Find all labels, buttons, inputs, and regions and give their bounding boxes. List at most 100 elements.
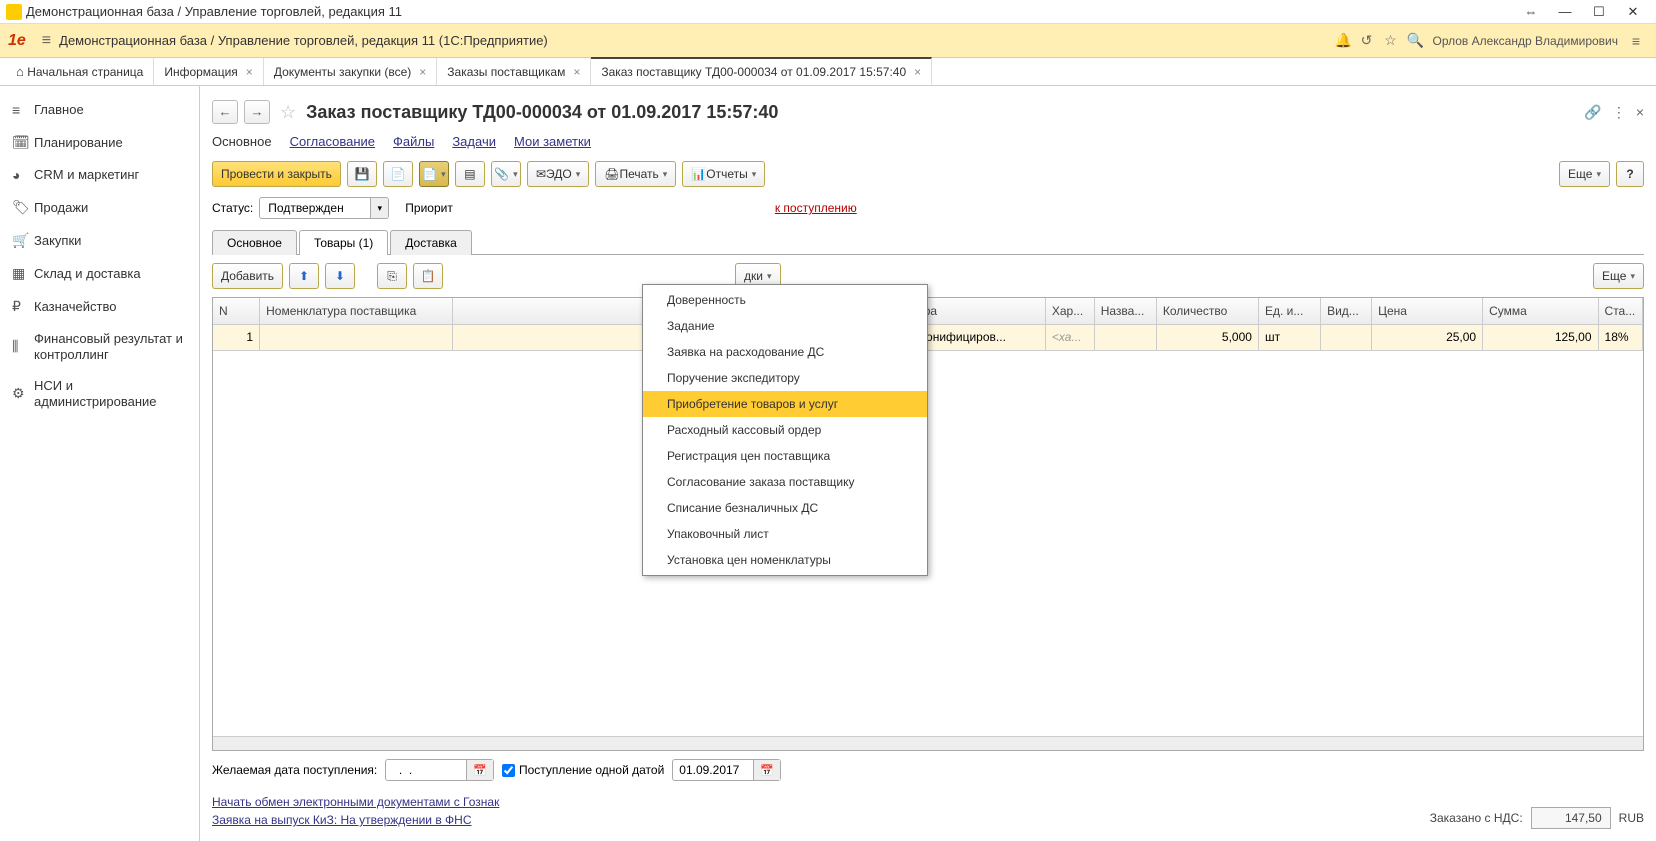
move-up-button[interactable]: ⬆	[289, 263, 319, 289]
sidebar-item-finance[interactable]: ⫼Финансовый результат и контроллинг	[0, 323, 199, 370]
cell-char[interactable]: <ха...	[1045, 324, 1094, 350]
kiz-request-link[interactable]: Заявка на выпуск КиЗ: На утверждении в Ф…	[212, 811, 499, 829]
help-button[interactable]: ?	[1616, 161, 1644, 187]
hamburger-icon[interactable]: ≡	[34, 32, 59, 50]
cell-type[interactable]	[1321, 324, 1372, 350]
desired-date-field[interactable]	[386, 763, 466, 777]
favorite-star-icon[interactable]: ☆	[276, 102, 300, 123]
sidebar-item-crm[interactable]: ◕CRM и маркетинг	[0, 159, 199, 191]
sidebar-item-planning[interactable]: 🗓Планирование	[0, 126, 199, 159]
username-label[interactable]: Орлов Александр Владимирович	[1426, 34, 1624, 48]
close-icon[interactable]: ×	[573, 65, 580, 79]
print-button[interactable]: 🖨 Печать▾	[595, 161, 676, 187]
sidebar-item-main[interactable]: ≡Главное	[0, 94, 199, 126]
window-close[interactable]: ✕	[1616, 4, 1650, 20]
sidebar-item-sales[interactable]: 🏷Продажи	[0, 191, 199, 224]
cell-vat[interactable]: 18%	[1598, 324, 1642, 350]
menu-item-cash-request[interactable]: Заявка на расходование ДС	[643, 339, 927, 365]
sidebar-item-nsi[interactable]: ⚙НСИ и администрирование	[0, 370, 199, 417]
menu-item-order-approval[interactable]: Согласование заказа поставщику	[643, 469, 927, 495]
subnav-files[interactable]: Файлы	[393, 134, 434, 149]
calendar-icon[interactable]: 📅	[466, 760, 493, 780]
desired-date-input[interactable]: 📅	[385, 759, 494, 781]
edo-gozmak-link[interactable]: Начать обмен электронными документами с …	[212, 793, 499, 811]
tab-supplier-orders[interactable]: Заказы поставщикам×	[437, 58, 591, 85]
search-icon[interactable]: 🔍	[1402, 32, 1426, 49]
subnav-notes[interactable]: Мои заметки	[514, 134, 591, 149]
post-button[interactable]: 📄	[383, 161, 413, 187]
structure-button[interactable]: ▤	[455, 161, 485, 187]
horizontal-scrollbar[interactable]	[213, 736, 1643, 750]
col-supplier-item[interactable]: Номенклатура поставщика	[260, 298, 453, 324]
close-icon[interactable]: ×	[914, 65, 921, 79]
tab-supplier-order-doc[interactable]: Заказ поставщику ТД00-000034 от 01.09.20…	[591, 57, 932, 85]
menu-item-proxy[interactable]: Доверенность	[643, 287, 927, 313]
calendar-icon[interactable]: 📅	[753, 760, 780, 780]
col-vat[interactable]: Ста...	[1598, 298, 1642, 324]
bell-icon[interactable]: 🔔	[1330, 32, 1354, 49]
post-and-close-button[interactable]: Провести и закрыть	[212, 161, 341, 187]
cell-sum[interactable]: 125,00	[1483, 324, 1598, 350]
sidebar-item-warehouse[interactable]: ▦Склад и доставка	[0, 257, 199, 290]
menu-item-price-set[interactable]: Установка цен номенклатуры	[643, 547, 927, 573]
attachments-button[interactable]: 📎▾	[491, 161, 521, 187]
inner-tab-main[interactable]: Основное	[212, 230, 297, 255]
single-date-input[interactable]: 📅	[672, 759, 781, 781]
menu-item-forwarder[interactable]: Поручение экспедитору	[643, 365, 927, 391]
cell-unit[interactable]: шт	[1258, 324, 1320, 350]
col-name[interactable]: Назва...	[1094, 298, 1156, 324]
col-price[interactable]: Цена	[1372, 298, 1483, 324]
status-select[interactable]: Подтвержден ▾	[259, 197, 389, 219]
copy-button[interactable]: ⎘	[377, 263, 407, 289]
subnav-main[interactable]: Основное	[212, 134, 272, 149]
single-date-check[interactable]	[502, 764, 515, 777]
window-minimize[interactable]: —	[1548, 4, 1582, 19]
move-down-button[interactable]: ⬇	[325, 263, 355, 289]
tab-purchase-docs[interactable]: Документы закупки (все)×	[264, 58, 437, 85]
sidebar-item-purchases[interactable]: 🛒Закупки	[0, 224, 199, 257]
single-date-field[interactable]	[673, 763, 753, 777]
menu-item-price-reg[interactable]: Регистрация цен поставщика	[643, 443, 927, 469]
subnav-approval[interactable]: Согласование	[290, 134, 375, 149]
menu-item-cash-out[interactable]: Расходный кассовый ордер	[643, 417, 927, 443]
edo-button[interactable]: ✉ ЭДО▾	[527, 161, 589, 187]
tab-information[interactable]: Информация×	[154, 58, 264, 85]
single-date-checkbox[interactable]: Поступление одной датой	[502, 763, 664, 777]
dropdown-caret-icon[interactable]: ▾	[370, 198, 388, 218]
history-icon[interactable]: ↺	[1354, 32, 1378, 49]
menu-item-goods-purchase[interactable]: Приобретение товаров и услуг	[643, 391, 927, 417]
menu-item-bank-writeoff[interactable]: Списание безналичных ДС	[643, 495, 927, 521]
kebab-icon[interactable]: ⋮	[1612, 104, 1626, 121]
save-button[interactable]: 💾	[347, 161, 377, 187]
settings-bars-icon[interactable]: ≡	[1624, 33, 1648, 49]
goods-table[interactable]: N Номенклатура поставщика Номенклатура Х…	[213, 298, 1643, 351]
inner-tab-delivery[interactable]: Доставка	[390, 230, 472, 255]
col-qty[interactable]: Количество	[1156, 298, 1258, 324]
col-sum[interactable]: Сумма	[1483, 298, 1598, 324]
subnav-tasks[interactable]: Задачи	[452, 134, 496, 149]
link-icon[interactable]: 🔗	[1584, 104, 1601, 121]
sidebar-item-treasury[interactable]: ₽Казначейство	[0, 290, 199, 323]
to-receipt-link[interactable]: к поступлению	[775, 201, 857, 215]
reports-button[interactable]: 📊 Отчеты▾	[682, 161, 765, 187]
cell-name[interactable]	[1094, 324, 1156, 350]
paste-button[interactable]: 📋	[413, 263, 443, 289]
window-maximize[interactable]: ☐	[1582, 4, 1616, 20]
add-row-button[interactable]: Добавить	[212, 263, 283, 289]
close-icon[interactable]: ×	[246, 65, 253, 79]
col-unit[interactable]: Ед. и...	[1258, 298, 1320, 324]
window-double-arrow[interactable]: ⇔	[1514, 4, 1548, 19]
col-n[interactable]: N	[213, 298, 260, 324]
cell-n[interactable]: 1	[213, 324, 260, 350]
nav-back-button[interactable]: ←	[212, 100, 238, 124]
more-button[interactable]: Еще▾	[1559, 161, 1610, 187]
menu-item-packing-list[interactable]: Упаковочный лист	[643, 521, 927, 547]
close-icon[interactable]: ×	[419, 65, 426, 79]
nav-forward-button[interactable]: →	[244, 100, 270, 124]
col-char[interactable]: Хар...	[1045, 298, 1094, 324]
cell-qty[interactable]: 5,000	[1156, 324, 1258, 350]
tab-home[interactable]: ⌂ Начальная страница	[6, 58, 154, 85]
col-type[interactable]: Вид...	[1321, 298, 1372, 324]
inner-tab-goods[interactable]: Товары (1)	[299, 230, 388, 255]
menu-item-task[interactable]: Задание	[643, 313, 927, 339]
